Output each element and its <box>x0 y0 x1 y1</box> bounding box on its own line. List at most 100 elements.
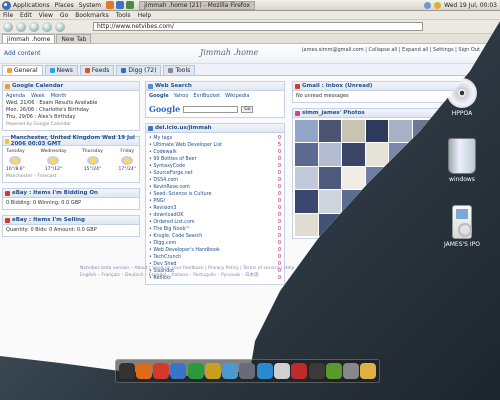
page-title[interactable]: Jimmah .home <box>200 48 258 57</box>
search-go-button[interactable]: Go <box>241 105 254 113</box>
delicious-tag-row[interactable]: • TechCrunch 0 <box>149 254 281 261</box>
photo-thumbnail[interactable] <box>365 190 389 213</box>
tab-digg[interactable]: Digg (72) <box>116 65 162 75</box>
photo-thumbnail[interactable] <box>342 166 365 190</box>
engine-evribucket[interactable]: EvriBucket <box>193 93 220 99</box>
tab-news[interactable]: News <box>44 65 78 75</box>
mail-launcher-icon[interactable] <box>116 1 125 9</box>
delicious-tag-row[interactable]: • Revision3 0 <box>149 205 281 212</box>
photo-thumbnail[interactable] <box>318 166 342 190</box>
dock-app-icon[interactable] <box>204 363 221 379</box>
tab-tools[interactable]: Tools <box>163 65 196 75</box>
terminal-launcher-icon[interactable] <box>126 1 135 9</box>
photo-thumbnail[interactable] <box>318 190 342 213</box>
weather-footer[interactable]: Manchester – Forecast <box>6 173 136 180</box>
delicious-tag-row[interactable]: • DSS4.com 0 <box>149 177 281 184</box>
delicious-tag-row[interactable]: • Web Developer's Handbook 0 <box>149 247 281 254</box>
delicious-tag-row[interactable]: • downloadOK 0 <box>149 212 281 219</box>
dock-app-icon[interactable] <box>291 363 308 379</box>
widget-header[interactable]: Google Calendar <box>3 82 139 91</box>
network-icon[interactable] <box>424 1 432 9</box>
photo-thumbnail[interactable] <box>365 166 389 190</box>
delicious-tag-row[interactable]: • Ordered List.com 0 <box>149 219 281 226</box>
back-icon[interactable] <box>3 21 13 32</box>
menu-view[interactable]: View <box>39 12 53 19</box>
dock-app-icon[interactable] <box>135 363 152 379</box>
url-bar[interactable]: http://www.netvibes.com/ <box>93 22 423 31</box>
calendar-view-month[interactable]: Month <box>51 93 67 100</box>
photo-thumbnail[interactable] <box>295 190 318 213</box>
delicious-tag-row[interactable]: • PNG! 0 <box>149 198 281 205</box>
widget-header[interactable]: Web Search <box>146 82 284 91</box>
photo-thumbnail[interactable] <box>295 166 318 190</box>
delicious-tag-row[interactable]: • 99 Bottles of Beer 0 <box>149 156 281 163</box>
calendar-view-agenda[interactable]: Agenda <box>6 93 25 100</box>
engine-google[interactable]: Google <box>149 93 169 99</box>
delicious-tag-row[interactable]: • Seed: Science is Culture 0 <box>149 191 281 198</box>
photo-thumbnail[interactable] <box>365 143 389 166</box>
menu-places[interactable]: Places <box>55 2 74 9</box>
forward-icon[interactable] <box>16 21 26 32</box>
dock-app-icon[interactable] <box>222 363 239 379</box>
taskbar-firefox[interactable]: jimmah .home (21) - Mozilla Firefox <box>139 0 256 10</box>
account-links[interactable]: james.simm@gmail.com | Collapse all | Ex… <box>302 47 480 53</box>
dock-app-icon[interactable] <box>153 363 170 379</box>
delicious-tag-row[interactable]: • SourceForge.net 0 <box>149 170 281 177</box>
tab-new[interactable]: New Tab <box>56 34 92 43</box>
engine-yahoo[interactable]: Yahoo <box>174 93 189 99</box>
photo-thumbnail[interactable] <box>342 190 365 213</box>
photo-thumbnail[interactable] <box>365 120 389 143</box>
clock[interactable]: Wed 19 Jul, 00:03 <box>444 2 497 9</box>
widget-header[interactable]: Gmail : Inbox (Unread) <box>293 82 461 91</box>
home-icon[interactable] <box>55 21 65 32</box>
calendar-view-week[interactable]: Week <box>31 93 45 100</box>
photo-thumbnail[interactable] <box>342 213 365 236</box>
search-input[interactable] <box>183 105 239 113</box>
menu-applications[interactable]: Applications <box>13 2 50 9</box>
dock-app-icon[interactable] <box>360 363 377 379</box>
dock-app-icon[interactable] <box>343 363 360 379</box>
photo-thumbnail[interactable] <box>295 120 318 143</box>
calendar-event[interactable]: Thu, 29/06 : Alex's Birthday <box>6 114 136 121</box>
calendar-event[interactable]: Wed, 21/06 : Exam Results Available <box>6 100 136 107</box>
delicious-tag-row[interactable]: • Digg.com 0 <box>149 240 281 247</box>
menu-file[interactable]: File <box>3 12 13 19</box>
photo-thumbnail[interactable] <box>389 143 412 166</box>
desktop-icon-windows[interactable]: windows <box>432 138 492 183</box>
volume-icon[interactable] <box>434 1 442 9</box>
photo-thumbnail[interactable] <box>389 120 412 143</box>
photo-thumbnail[interactable] <box>365 213 389 236</box>
photo-thumbnail[interactable] <box>295 213 318 236</box>
menu-edit[interactable]: Edit <box>20 12 32 19</box>
photo-thumbnail[interactable] <box>318 143 342 166</box>
photo-thumbnail[interactable] <box>389 190 412 213</box>
footer-links[interactable]: Netvibes beta version – About | Send us … <box>80 265 294 272</box>
tab-netvibes[interactable]: jimmah .home <box>2 34 56 43</box>
menu-bookmarks[interactable]: Bookmarks <box>75 12 109 19</box>
dock-app-icon[interactable] <box>308 363 325 379</box>
desktop-icon-ipod[interactable]: JAMES'S IPO <box>432 205 492 248</box>
tab-feeds[interactable]: Feeds <box>79 65 115 75</box>
delicious-tag-row[interactable]: • Krugle: Code Search 0 <box>149 233 281 240</box>
menu-go[interactable]: Go <box>60 12 68 19</box>
dock-app-icon[interactable] <box>239 363 256 379</box>
dock-app-icon[interactable] <box>256 363 273 379</box>
gnome-foot-icon[interactable] <box>2 0 11 10</box>
tab-general[interactable]: General <box>2 65 43 75</box>
widget-header[interactable]: Manchester, United Kingdom Wed 19 Jul 20… <box>3 135 139 147</box>
widget-header[interactable]: eBay : Items I'm Bidding On <box>3 189 139 198</box>
dock-app-icon[interactable] <box>170 363 187 379</box>
widget-header[interactable]: del.icio.us/jimmah <box>146 124 284 133</box>
menu-tools[interactable]: Tools <box>116 12 131 19</box>
firefox-launcher-icon[interactable] <box>106 1 115 9</box>
delicious-tag-row[interactable]: • Ultimate Web Developer List 5 <box>149 142 281 149</box>
footer-languages[interactable]: English – Français – Deutsch – Español –… <box>80 272 294 279</box>
photo-thumbnail[interactable] <box>389 213 412 236</box>
reload-icon[interactable] <box>29 21 39 32</box>
photo-thumbnail[interactable] <box>389 166 412 190</box>
dock-app-icon[interactable] <box>274 363 291 379</box>
photo-thumbnail[interactable] <box>295 143 318 166</box>
photo-thumbnail[interactable] <box>342 120 365 143</box>
add-content-link[interactable]: Add content <box>4 50 41 57</box>
widget-header[interactable]: eBay : Items I'm Selling <box>3 216 139 225</box>
